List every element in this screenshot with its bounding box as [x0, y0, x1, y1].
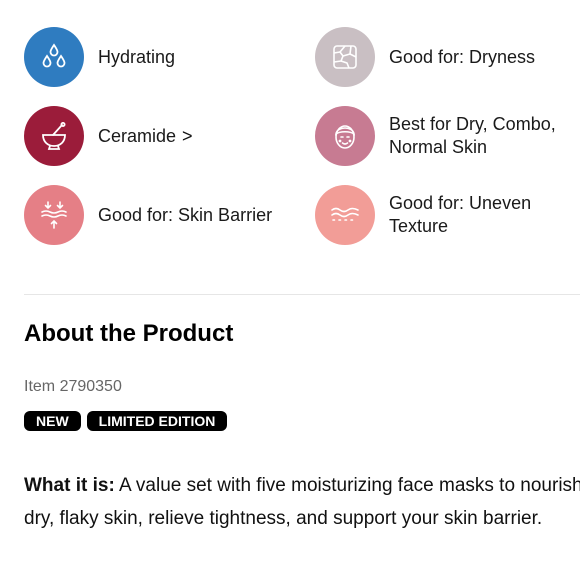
attribute-label: Ceramide: [98, 125, 177, 146]
attribute-uneven-texture: Good for: Uneven Texture: [315, 185, 531, 245]
attribute-label: Good for: Skin Barrier: [98, 204, 273, 225]
attribute-label: Good for: Dryness: [389, 46, 536, 67]
label-line: Best for Dry, Combo,: [389, 114, 556, 134]
attribute-label: Good for: Uneven Texture: [389, 192, 531, 238]
divider: [24, 294, 580, 295]
badge-group: NEW LIMITED EDITION: [24, 411, 228, 431]
attribute-label: Hydrating: [98, 46, 176, 67]
dry-texture-icon: [315, 27, 375, 87]
attribute-skin-type: Best for Dry, Combo, Normal Skin: [315, 106, 556, 166]
item-number: Item 2790350: [24, 378, 122, 395]
attribute-label: Best for Dry, Combo, Normal Skin: [389, 113, 556, 159]
what-it-is-label: What it is:: [24, 475, 115, 496]
attribute-skin-barrier: Good for: Skin Barrier: [24, 185, 272, 245]
badge-new: NEW: [24, 411, 81, 431]
label-line: Normal Skin: [389, 137, 488, 157]
product-description: What it is: A value set with five moistu…: [24, 469, 580, 535]
water-drops-icon: [24, 27, 84, 87]
chevron-right-icon: >: [182, 125, 193, 146]
attribute-dryness: Good for: Dryness: [315, 27, 535, 87]
attribute-ceramide-link[interactable]: Ceramide >: [24, 106, 193, 166]
badge-limited-edition: LIMITED EDITION: [86, 411, 228, 431]
section-title: About the Product: [24, 320, 234, 347]
label-line: Good for: Uneven: [389, 193, 532, 213]
attribute-hydrating: Hydrating: [24, 27, 175, 87]
face-icon: [315, 106, 375, 166]
mortar-bowl-icon: [24, 106, 84, 166]
label-line: Texture: [389, 216, 449, 236]
skin-barrier-icon: [24, 185, 84, 245]
uneven-texture-icon: [315, 185, 375, 245]
